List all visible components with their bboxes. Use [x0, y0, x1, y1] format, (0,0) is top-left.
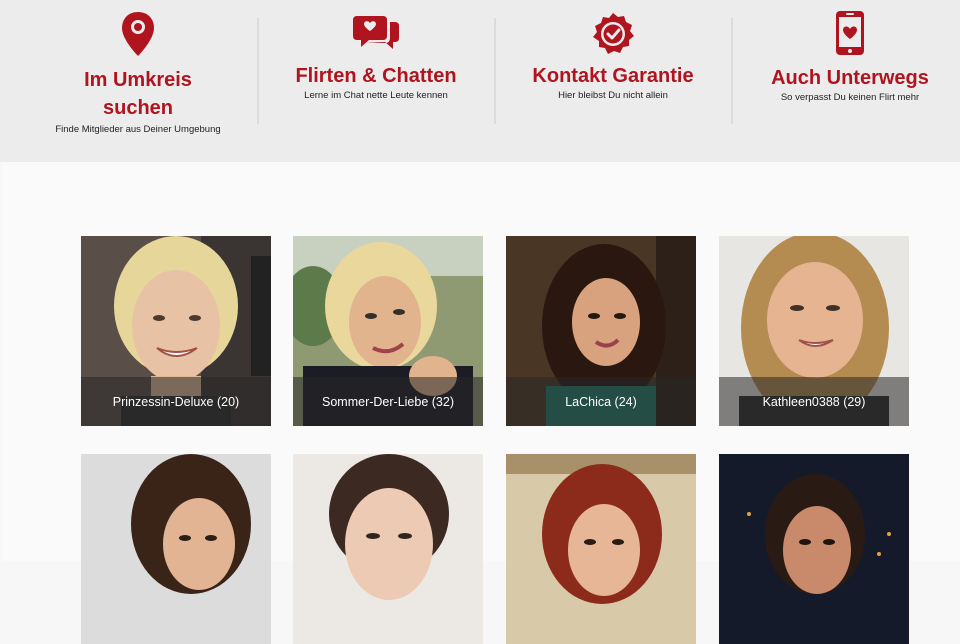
profile-card[interactable] — [293, 454, 483, 644]
profile-grid: Prinzessin-Deluxe (20) Sommer-Der-Liebe … — [2, 162, 960, 644]
profile-card[interactable] — [81, 454, 271, 644]
feature-chat[interactable]: Flirten & Chatten Lerne im Chat nette Le… — [260, 0, 492, 162]
profile-caption: Prinzessin-Deluxe (20) — [81, 377, 271, 426]
feature-subtitle: Finde Mitglieder aus Deiner Umgebung — [55, 124, 221, 135]
profile-card[interactable]: Kathleen0388 (29) — [719, 236, 909, 426]
map-pin-icon — [122, 12, 154, 56]
chat-heart-icon — [353, 16, 399, 49]
profile-card[interactable] — [719, 454, 909, 644]
feature-guarantee[interactable]: Kontakt Garantie Hier bleibst Du nicht a… — [496, 0, 730, 162]
feature-title: Im Umkreis suchen — [84, 69, 192, 119]
profile-photo — [719, 454, 909, 644]
feature-nearby[interactable]: Im Umkreis suchen Finde Mitglieder aus D… — [20, 0, 256, 162]
divider — [257, 18, 259, 124]
profile-caption: Kathleen0388 (29) — [719, 377, 909, 426]
feature-title: Flirten & Chatten — [295, 65, 457, 87]
profile-photo — [293, 454, 483, 644]
feature-subtitle: Lerne im Chat nette Leute kennen — [304, 90, 448, 101]
features-bar: Im Umkreis suchen Finde Mitglieder aus D… — [0, 0, 960, 162]
profile-card[interactable]: Prinzessin-Deluxe (20) — [81, 236, 271, 426]
feature-subtitle: So verpasst Du keinen Flirt mehr — [780, 92, 920, 103]
feature-mobile[interactable]: Auch Unterwegs So verpasst Du keinen Fli… — [733, 0, 960, 162]
profile-card[interactable]: Sommer-Der-Liebe (32) — [293, 236, 483, 426]
feature-title: Auch Unterwegs — [771, 67, 929, 89]
phone-heart-icon — [836, 11, 864, 55]
profile-photo — [81, 454, 271, 644]
check-badge-icon — [593, 13, 634, 54]
feature-subtitle: Hier bleibst Du nicht allein — [558, 90, 668, 101]
profile-photo — [506, 454, 696, 644]
profile-card[interactable] — [506, 454, 696, 644]
profile-card[interactable]: LaChica (24) — [506, 236, 696, 426]
profile-caption: LaChica (24) — [506, 377, 696, 426]
profile-caption: Sommer-Der-Liebe (32) — [293, 377, 483, 426]
feature-title: Kontakt Garantie — [532, 65, 694, 87]
